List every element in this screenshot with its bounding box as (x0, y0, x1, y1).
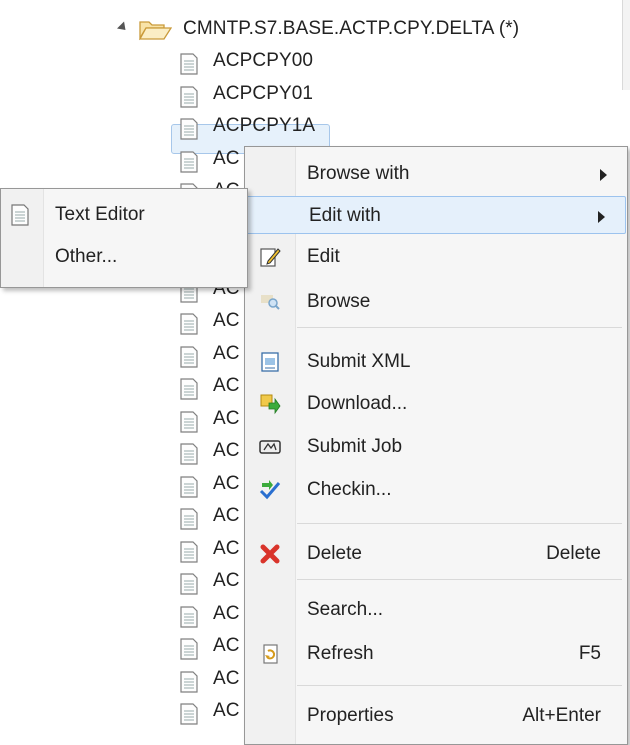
menu-item-edit-with[interactable]: Edit with (246, 196, 626, 234)
edit-with-submenu: Text Editor Other... (0, 188, 248, 288)
open-folder-icon (138, 21, 172, 41)
submenu-item-label: Other... (55, 246, 118, 267)
file-icon (180, 118, 198, 140)
download-icon (260, 394, 281, 415)
menu-item-properties[interactable]: Properties Alt+Enter (245, 697, 627, 735)
checkin-icon (259, 480, 281, 500)
file-icon (180, 53, 198, 75)
menu-item-label: Browse with (307, 163, 410, 184)
submenu-item-label: Text Editor (55, 204, 145, 225)
collapse-arrow-icon[interactable] (116, 21, 130, 34)
tree-item-label[interactable]: AC (213, 343, 240, 365)
file-icon (180, 573, 198, 595)
file-icon (180, 638, 198, 660)
file-icon (180, 671, 198, 693)
menu-item-label: Submit XML (307, 351, 411, 372)
tree-item-label[interactable]: AC (213, 310, 240, 332)
tree-item-label[interactable]: AC (213, 538, 240, 560)
file-icon (180, 443, 198, 465)
file-icon (180, 151, 198, 173)
menu-item-browse[interactable]: Browse (245, 283, 627, 321)
submit-xml-icon (261, 352, 279, 372)
menu-item-label: Edit (307, 246, 340, 267)
file-icon (180, 313, 198, 335)
submenu-arrow-icon (600, 169, 607, 181)
tree-item-label[interactable]: ACPCPY01 (213, 83, 313, 105)
menu-item-submit-xml[interactable]: Submit XML (245, 343, 627, 381)
file-icon (180, 476, 198, 498)
browse-magnifier-icon (261, 295, 280, 310)
file-icon (180, 411, 198, 433)
file-icon (180, 508, 198, 530)
menu-separator (297, 579, 622, 580)
text-file-icon (11, 204, 29, 226)
tree-item-label[interactable]: AC (213, 635, 240, 657)
file-icon (180, 346, 198, 368)
tree-item-label[interactable]: AC (213, 668, 240, 690)
edit-pencil-icon (260, 248, 281, 267)
menu-separator (297, 327, 622, 328)
menu-item-delete[interactable]: Delete Delete (245, 535, 627, 573)
file-icon (180, 606, 198, 628)
menu-item-checkin[interactable]: Checkin... (245, 471, 627, 509)
submenu-item-other[interactable]: Other... (1, 238, 247, 276)
menu-item-label: Browse (307, 291, 371, 312)
menu-item-shortcut: Alt+Enter (522, 705, 601, 726)
file-icon (180, 86, 198, 108)
tree-item-label[interactable]: AC (213, 505, 240, 527)
tree-item-label[interactable]: ACPCPY1A (213, 115, 315, 137)
menu-item-label: Edit with (309, 205, 381, 226)
tree-item-label[interactable]: AC (213, 473, 240, 495)
file-icon (180, 703, 198, 725)
menu-item-search[interactable]: Search... (245, 591, 627, 629)
menu-item-label: Properties (307, 705, 394, 726)
submenu-arrow-icon (598, 211, 605, 223)
menu-item-edit[interactable]: Edit (245, 238, 627, 276)
menu-item-label: Download... (307, 393, 408, 414)
menu-item-browse-with[interactable]: Browse with (245, 155, 627, 193)
tree-item-label[interactable]: AC (213, 148, 240, 170)
file-icon (180, 378, 198, 400)
submit-job-icon (259, 440, 281, 454)
menu-item-submit-job[interactable]: Submit Job (245, 428, 627, 466)
tree-item-label[interactable]: ACPCPY00 (213, 50, 313, 72)
menu-item-label: Checkin... (307, 479, 392, 500)
menu-item-download[interactable]: Download... (245, 385, 627, 423)
tree-item-label[interactable]: AC (213, 375, 240, 397)
tree-item-label[interactable]: AC (213, 440, 240, 462)
tree-item-label[interactable]: AC (213, 408, 240, 430)
menu-separator (297, 685, 622, 686)
menu-item-shortcut: Delete (546, 543, 601, 564)
vertical-scrollbar[interactable] (622, 0, 630, 90)
tree-root-label[interactable]: CMNTP.S7.BASE.ACTP.CPY.DELTA (*) (183, 18, 519, 40)
menu-item-label: Search... (307, 599, 384, 620)
refresh-icon (263, 644, 278, 664)
file-icon (180, 541, 198, 563)
menu-item-label: Refresh (307, 643, 374, 664)
tree-item-label[interactable]: AC (213, 570, 240, 592)
menu-item-label: Delete (307, 543, 362, 564)
tree-item-label[interactable]: AC (213, 700, 240, 722)
menu-item-shortcut: F5 (578, 643, 601, 664)
context-menu: Browse with Edit with Edit Browse Submit… (244, 146, 628, 745)
menu-item-refresh[interactable]: Refresh F5 (245, 635, 627, 673)
menu-item-label: Submit Job (307, 436, 403, 457)
menu-separator (297, 523, 622, 524)
submenu-item-text-editor[interactable]: Text Editor (1, 196, 247, 234)
delete-x-icon (260, 544, 280, 564)
tree-item-label[interactable]: AC (213, 603, 240, 625)
